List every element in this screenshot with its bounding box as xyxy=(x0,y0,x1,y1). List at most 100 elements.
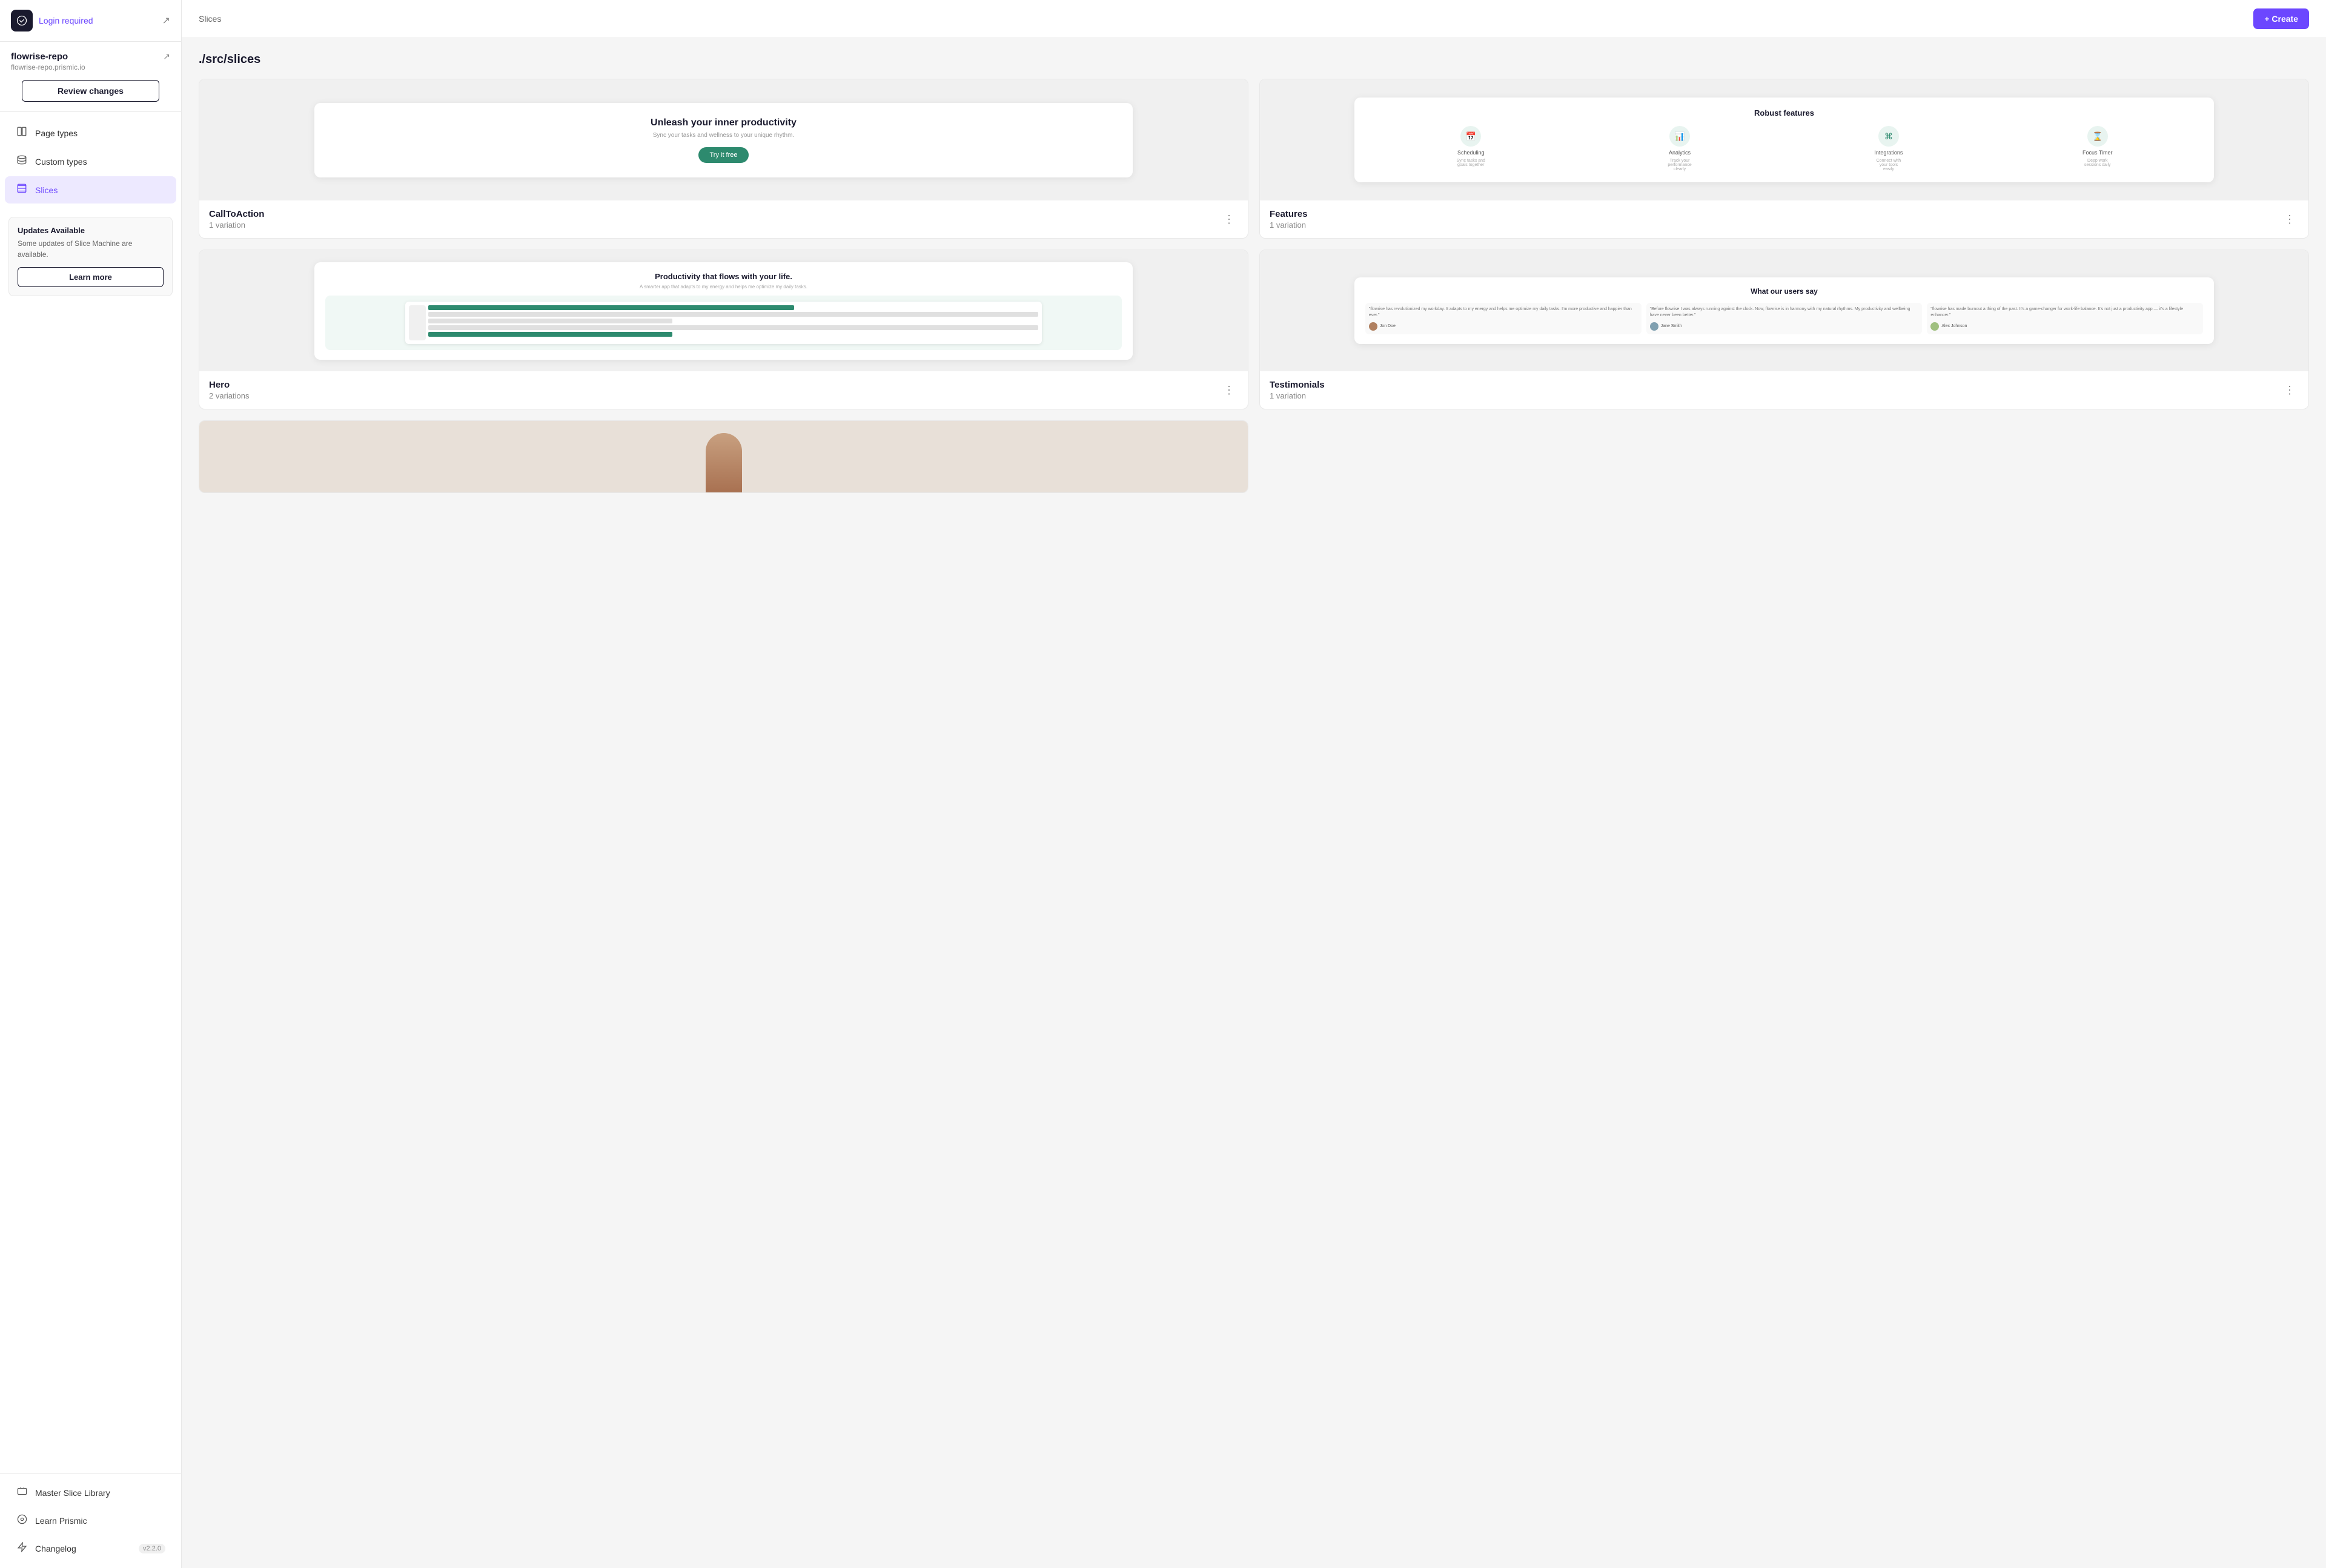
testimonial-text-3: "flowrise has made burnout a thing of th… xyxy=(1930,306,2199,319)
slice-menu-button-testimonials[interactable]: ⋮ xyxy=(2281,382,2299,399)
slice-card-footer-testimonials: Testimonials 1 variation ⋮ xyxy=(1260,371,2308,409)
slice-card-hero: Productivity that flows with your life. … xyxy=(199,250,1248,409)
slice-menu-button-features[interactable]: ⋮ xyxy=(2281,211,2299,228)
review-changes-button[interactable]: Review changes xyxy=(22,80,159,102)
slices-label: Slices xyxy=(35,185,58,195)
hero-dashboard-mockup xyxy=(325,296,1121,350)
learn-more-button[interactable]: Learn more xyxy=(18,267,164,287)
changelog-icon xyxy=(16,1542,28,1555)
slice-preview-features: Robust features 📅 Scheduling Sync tasks … xyxy=(1260,79,2308,200)
hero-mockup: Productivity that flows with your life. … xyxy=(314,262,1132,360)
repo-url: flowrise-repo.prismic.io xyxy=(11,63,170,71)
page-types-label: Page types xyxy=(35,128,78,138)
testimonial-card-3: "flowrise has made burnout a thing of th… xyxy=(1927,303,2203,334)
sidebar-item-custom-types[interactable]: Custom types xyxy=(5,148,176,175)
features-preview-title: Robust features xyxy=(1367,108,2202,117)
testimonial-author-name-3: Alex Johnson xyxy=(1941,324,1967,328)
page-types-icon xyxy=(16,126,28,140)
dash-bar-1 xyxy=(428,312,1038,317)
dash-content xyxy=(428,305,1038,340)
testimonial-avatar-1 xyxy=(1369,322,1377,331)
sidebar: Login required ↗ flowrise-repo ↗ flowris… xyxy=(0,0,182,1568)
person-silhouette xyxy=(706,433,742,493)
slice-variations-features: 1 variation xyxy=(1270,220,1308,230)
slice-card-footer-features: Features 1 variation ⋮ xyxy=(1260,200,2308,238)
slice-card-cta: Unleash your inner productivity Sync you… xyxy=(199,79,1248,239)
features-mockup: Robust features 📅 Scheduling Sync tasks … xyxy=(1354,98,2214,182)
sidebar-item-changelog[interactable]: Changelog v2.2.0 xyxy=(5,1535,176,1562)
slice-card-footer-hero: Hero 2 variations ⋮ xyxy=(199,371,1248,409)
slice-card-partial xyxy=(199,420,1248,493)
cta-preview-button: Try it free xyxy=(698,147,748,163)
slice-card-footer-cta: CallToAction 1 variation ⋮ xyxy=(199,200,1248,238)
dash-sidebar xyxy=(409,305,426,340)
main-content: Slices + Create ./src/slices Unleash you… xyxy=(182,0,2326,1568)
dash-bar-short xyxy=(428,319,672,323)
master-slice-library-label: Master Slice Library xyxy=(35,1488,110,1498)
changelog-label: Changelog xyxy=(35,1544,76,1553)
features-icons-row: 📅 Scheduling Sync tasks and goals togeth… xyxy=(1367,126,2202,171)
scheduling-label: Scheduling xyxy=(1457,150,1485,156)
feature-item-analytics: 📊 Analytics Track your performance clear… xyxy=(1665,126,1695,171)
feature-item-focus-timer: ⌛ Focus Timer Deep work sessions daily xyxy=(2082,126,2113,171)
testimonial-avatar-3 xyxy=(1930,322,1939,331)
login-required-text: Login required xyxy=(39,16,156,25)
main-header-title: Slices xyxy=(199,14,221,24)
repo-external-link-icon[interactable]: ↗ xyxy=(163,51,170,62)
create-button[interactable]: + Create xyxy=(2253,8,2309,29)
testimonial-author-name-2: Jane Smith xyxy=(1661,324,1682,328)
slice-menu-button-hero[interactable]: ⋮ xyxy=(1220,382,1238,399)
repo-name: flowrise-repo xyxy=(11,51,68,62)
cta-preview-subtitle: Sync your tasks and wellness to your uni… xyxy=(333,132,1114,139)
integrations-label: Integrations xyxy=(1874,150,1903,156)
sidebar-header: Login required ↗ xyxy=(0,0,181,42)
repo-section: flowrise-repo ↗ flowrise-repo.prismic.io… xyxy=(0,42,181,112)
scheduling-icon: 📅 xyxy=(1460,126,1481,147)
dash-bar-short-green xyxy=(428,332,672,337)
integrations-icon: ⌘ xyxy=(1878,126,1899,147)
slice-menu-button-cta[interactable]: ⋮ xyxy=(1220,211,1238,228)
changelog-version-badge: v2.2.0 xyxy=(139,1544,165,1553)
testimonials-preview-title: What our users say xyxy=(1365,287,2203,296)
sidebar-item-learn-prismic[interactable]: Learn Prismic xyxy=(5,1507,176,1534)
slice-preview-testimonials: What our users say "flowrise has revolut… xyxy=(1260,250,2308,371)
sidebar-item-page-types[interactable]: Page types xyxy=(5,119,176,147)
focus-timer-icon: ⌛ xyxy=(2087,126,2108,147)
main-header: Slices + Create xyxy=(182,0,2326,38)
testimonial-text-2: "Before flowrise I was always running ag… xyxy=(1650,306,1919,319)
main-body: ./src/slices Unleash your inner producti… xyxy=(182,38,2326,1568)
learn-prismic-label: Learn Prismic xyxy=(35,1516,87,1526)
sidebar-item-slices[interactable]: Slices xyxy=(5,176,176,203)
learn-prismic-icon xyxy=(16,1514,28,1527)
custom-types-label: Custom types xyxy=(35,157,87,167)
testimonial-author-2: Jane Smith xyxy=(1650,322,1919,331)
slice-name-testimonials: Testimonials xyxy=(1270,380,1325,390)
slice-name-features: Features xyxy=(1270,209,1308,219)
slices-icon xyxy=(16,183,28,197)
testimonial-card-2: "Before flowrise I was always running ag… xyxy=(1646,303,1923,334)
slice-card-features: Robust features 📅 Scheduling Sync tasks … xyxy=(1259,79,2309,239)
testimonials-cards: "flowrise has revolutionized my workday.… xyxy=(1365,303,2203,334)
feature-item-integrations: ⌘ Integrations Connect with your tools e… xyxy=(1874,126,1904,171)
cta-mockup: Unleash your inner productivity Sync you… xyxy=(314,103,1132,177)
slice-variations-testimonials: 1 variation xyxy=(1270,391,1325,400)
updates-card: Updates Available Some updates of Slice … xyxy=(8,217,173,296)
hero-preview-subtitle: A smarter app that adapts to my energy a… xyxy=(325,284,1121,289)
export-icon[interactable]: ↗ xyxy=(162,15,170,27)
updates-title: Updates Available xyxy=(18,226,164,235)
slice-preview-partial xyxy=(199,421,1248,493)
slice-variations-cta: 1 variation xyxy=(209,220,264,230)
analytics-icon: 📊 xyxy=(1669,126,1690,147)
testimonial-text-1: "flowrise has revolutionized my workday.… xyxy=(1369,306,1638,319)
sidebar-item-master-slice-library[interactable]: Master Slice Library xyxy=(5,1480,176,1506)
cta-preview-title: Unleash your inner productivity xyxy=(333,117,1114,128)
sidebar-nav: Page types Custom types Slices xyxy=(0,112,181,211)
analytics-label: Analytics xyxy=(1669,150,1691,156)
slice-card-testimonials: What our users say "flowrise has revolut… xyxy=(1259,250,2309,409)
slice-name-cta: CallToAction xyxy=(209,209,264,219)
custom-types-icon xyxy=(16,154,28,168)
path-label: ./src/slices xyxy=(199,53,2309,67)
testimonial-author-name-1: Jon Doe xyxy=(1380,324,1396,328)
slice-name-hero: Hero xyxy=(209,380,249,390)
slice-preview-cta: Unleash your inner productivity Sync you… xyxy=(199,79,1248,200)
